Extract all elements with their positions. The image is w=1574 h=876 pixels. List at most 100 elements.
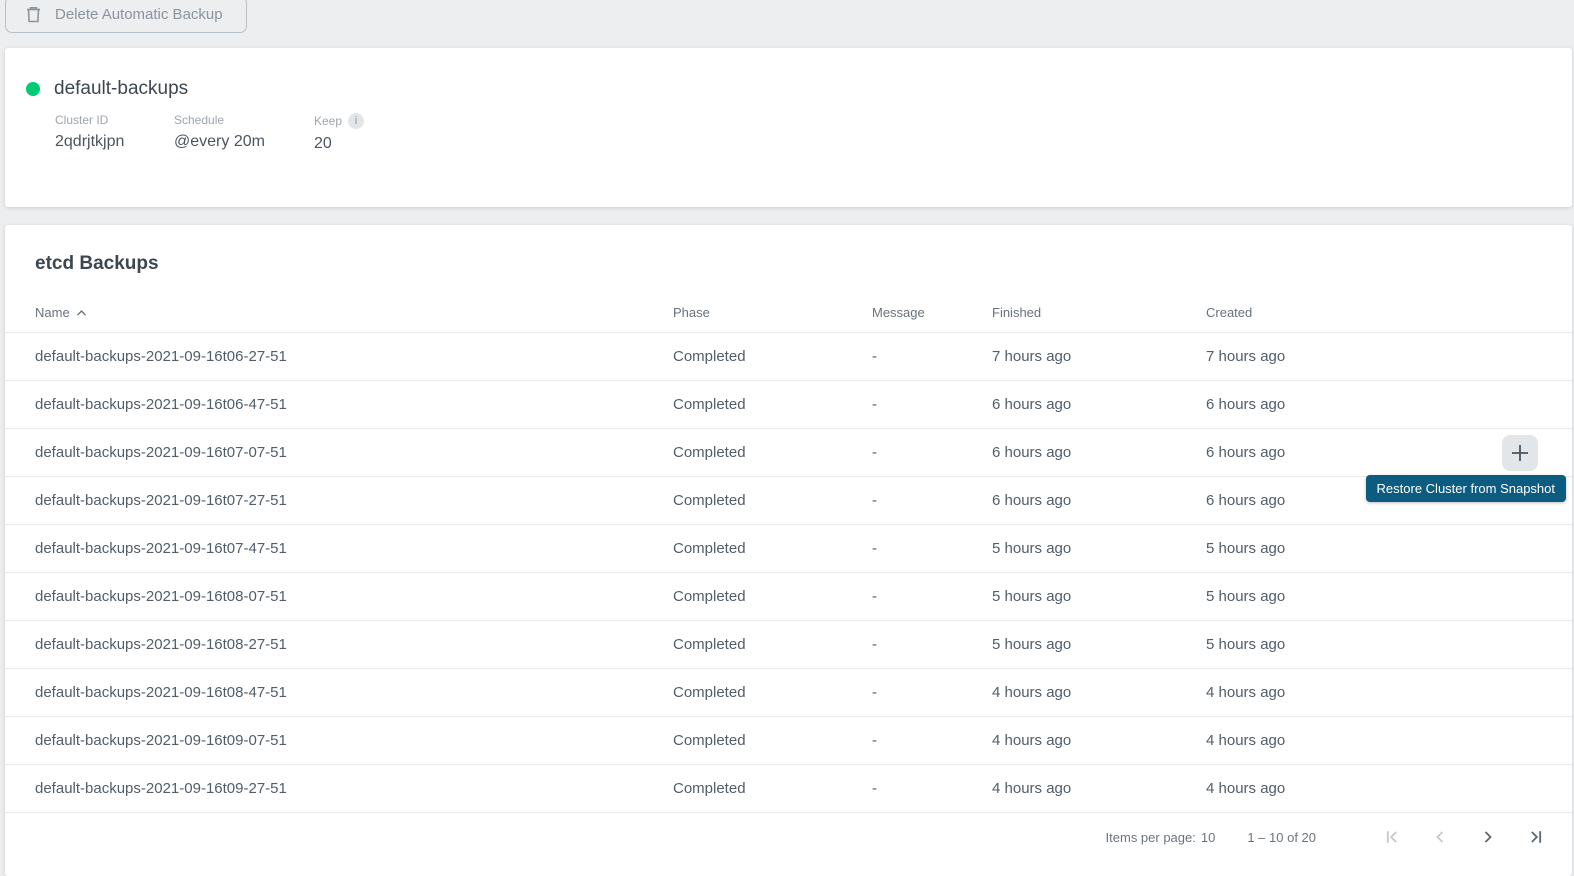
table-row: default-backups-2021-09-16t08-47-51 Comp…	[5, 669, 1572, 717]
cell-phase: Completed	[673, 444, 872, 461]
cell-created: 5 hours ago	[1206, 636, 1572, 653]
first-page-icon	[1382, 827, 1402, 847]
page-range-label: 1 – 10 of 20	[1247, 830, 1316, 845]
cell-phase: Completed	[673, 492, 872, 509]
table-row: default-backups-2021-09-16t08-07-51 Comp…	[5, 573, 1572, 621]
cell-phase: Completed	[673, 636, 872, 653]
delete-button-label: Delete Automatic Backup	[55, 6, 223, 23]
column-header-name[interactable]: Name	[35, 305, 673, 320]
backup-config-card: default-backups Cluster ID 2qdrjtkjpn Sc…	[5, 48, 1572, 207]
cell-phase: Completed	[673, 732, 872, 749]
cell-name: default-backups-2021-09-16t08-47-51	[35, 684, 673, 701]
cell-finished: 4 hours ago	[992, 684, 1206, 701]
cell-created: 4 hours ago	[1206, 732, 1572, 749]
table-row: default-backups-2021-09-16t06-47-51 Comp…	[5, 381, 1572, 429]
cell-name: default-backups-2021-09-16t07-07-51	[35, 444, 673, 461]
cell-finished: 6 hours ago	[992, 444, 1206, 461]
table-header-row: Name Phase Message Finished Created	[5, 293, 1572, 333]
table-body: default-backups-2021-09-16t06-27-51 Comp…	[5, 333, 1572, 813]
cell-finished: 4 hours ago	[992, 732, 1206, 749]
chevron-left-icon	[1430, 827, 1450, 847]
column-header-finished[interactable]: Finished	[992, 305, 1206, 320]
last-page-button[interactable]	[1516, 817, 1556, 857]
schedule-label: Schedule	[174, 113, 224, 127]
last-page-icon	[1526, 827, 1546, 847]
etcd-backups-title: etcd Backups	[5, 225, 1572, 275]
schedule-value: @every 20m	[174, 133, 314, 151]
cell-message: -	[872, 444, 992, 461]
cell-created: 4 hours ago	[1206, 684, 1572, 701]
cell-message: -	[872, 396, 992, 413]
cluster-id-label: Cluster ID	[55, 113, 108, 127]
field-cluster-id: Cluster ID 2qdrjtkjpn	[55, 113, 174, 153]
status-dot	[26, 82, 40, 96]
field-schedule: Schedule @every 20m	[174, 113, 314, 153]
cell-phase: Completed	[673, 348, 872, 365]
cell-created: 5 hours ago	[1206, 588, 1572, 605]
cell-created: 6 hours ago	[1206, 396, 1572, 413]
next-page-button[interactable]	[1468, 817, 1508, 857]
cell-created: 7 hours ago	[1206, 348, 1572, 365]
cell-created: 4 hours ago	[1206, 780, 1572, 797]
cell-finished: 5 hours ago	[992, 636, 1206, 653]
cell-name: default-backups-2021-09-16t08-07-51	[35, 588, 673, 605]
cell-message: -	[872, 636, 992, 653]
etcd-backups-card: etcd Backups Name Phase Message Finished…	[5, 225, 1572, 876]
field-keep: Keep i 20	[314, 113, 1572, 153]
restore-cluster-button[interactable]	[1502, 435, 1538, 471]
cell-name: default-backups-2021-09-16t09-27-51	[35, 780, 673, 797]
cell-finished: 6 hours ago	[992, 492, 1206, 509]
first-page-button[interactable]	[1372, 817, 1412, 857]
backup-config-header: default-backups	[5, 48, 1572, 100]
cell-finished: 4 hours ago	[992, 780, 1206, 797]
keep-label: Keep	[314, 114, 342, 128]
paginator: Items per page: 10 1 – 10 of 20	[5, 813, 1572, 861]
items-per-page-label: Items per page:	[1106, 830, 1196, 845]
cell-message: -	[872, 588, 992, 605]
info-icon[interactable]: i	[348, 113, 364, 129]
cell-phase: Completed	[673, 540, 872, 557]
cell-created: 5 hours ago	[1206, 540, 1572, 557]
table-row: default-backups-2021-09-16t07-07-51 Comp…	[5, 429, 1572, 477]
cell-message: -	[872, 732, 992, 749]
cell-name: default-backups-2021-09-16t08-27-51	[35, 636, 673, 653]
cell-phase: Completed	[673, 588, 872, 605]
cell-finished: 7 hours ago	[992, 348, 1206, 365]
cell-finished: 5 hours ago	[992, 588, 1206, 605]
table-row: default-backups-2021-09-16t07-27-51 Comp…	[5, 477, 1572, 525]
cell-finished: 6 hours ago	[992, 396, 1206, 413]
items-per-page-select[interactable]: 10	[1201, 830, 1215, 845]
cell-name: default-backups-2021-09-16t07-27-51	[35, 492, 673, 509]
cell-phase: Completed	[673, 396, 872, 413]
restore-cluster-tooltip: Restore Cluster from Snapshot	[1366, 475, 1566, 502]
table-row: default-backups-2021-09-16t07-47-51 Comp…	[5, 525, 1572, 573]
cell-message: -	[872, 540, 992, 557]
delete-automatic-backup-button[interactable]: Delete Automatic Backup	[5, 0, 247, 33]
previous-page-button[interactable]	[1420, 817, 1460, 857]
cell-name: default-backups-2021-09-16t09-07-51	[35, 732, 673, 749]
cell-message: -	[872, 492, 992, 509]
table-row: default-backups-2021-09-16t06-27-51 Comp…	[5, 333, 1572, 381]
cell-message: -	[872, 684, 992, 701]
cell-name: default-backups-2021-09-16t07-47-51	[35, 540, 673, 557]
cell-message: -	[872, 348, 992, 365]
table-row: default-backups-2021-09-16t09-27-51 Comp…	[5, 765, 1572, 813]
table-row: default-backups-2021-09-16t08-27-51 Comp…	[5, 621, 1572, 669]
trash-icon	[25, 5, 42, 24]
cell-name: default-backups-2021-09-16t06-47-51	[35, 396, 673, 413]
cluster-id-value: 2qdrjtkjpn	[55, 133, 174, 151]
column-header-phase[interactable]: Phase	[673, 305, 872, 320]
cell-finished: 5 hours ago	[992, 540, 1206, 557]
sort-asc-icon	[76, 305, 87, 320]
backup-config-name: default-backups	[54, 78, 188, 100]
keep-value: 20	[314, 135, 1572, 153]
plus-icon	[1510, 443, 1530, 463]
column-header-message[interactable]: Message	[872, 305, 992, 320]
cell-phase: Completed	[673, 684, 872, 701]
cell-message: -	[872, 780, 992, 797]
column-header-created[interactable]: Created	[1206, 305, 1572, 320]
cell-phase: Completed	[673, 780, 872, 797]
chevron-right-icon	[1478, 827, 1498, 847]
table-row: default-backups-2021-09-16t09-07-51 Comp…	[5, 717, 1572, 765]
backup-config-fields: Cluster ID 2qdrjtkjpn Schedule @every 20…	[5, 113, 1572, 153]
